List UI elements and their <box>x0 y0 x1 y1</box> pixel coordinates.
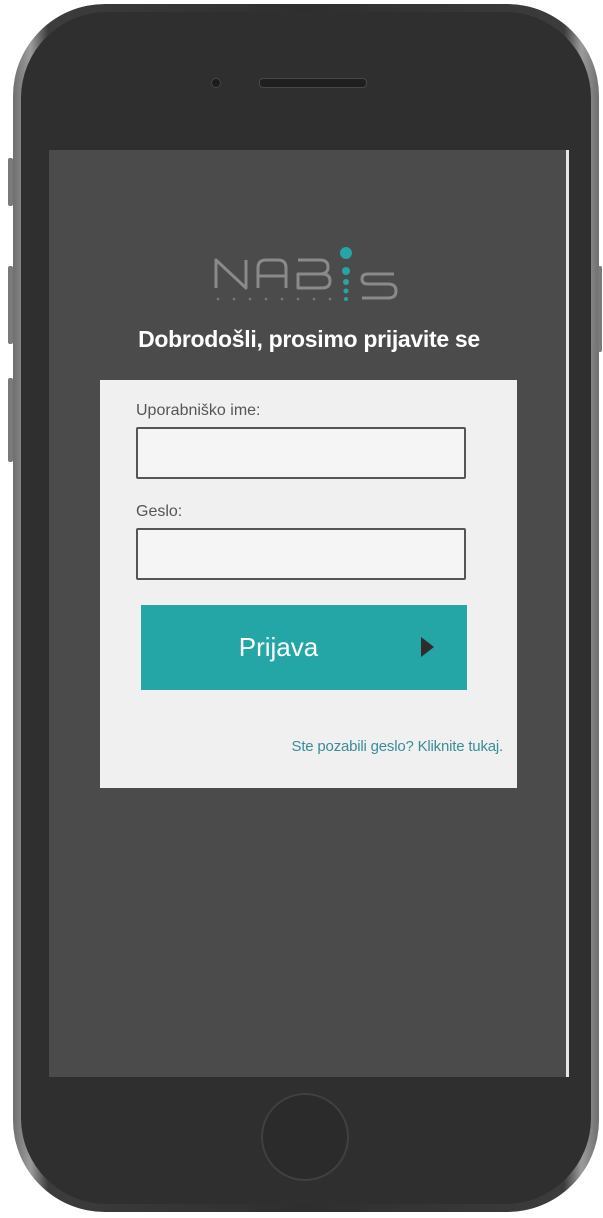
login-card: Uporabniško ime: Geslo: Ste pozabili ges… <box>100 380 517 788</box>
logo-letter-s <box>360 272 398 300</box>
welcome-heading: Dobrodošli, prosimo prijavite se <box>138 326 480 352</box>
volume-up-button <box>8 266 13 344</box>
logo-dot <box>340 247 352 259</box>
password-label: Geslo: <box>136 503 183 520</box>
arrow-right-icon <box>421 637 434 657</box>
nabis-logo <box>214 247 398 301</box>
logo-dotted-line <box>216 297 332 301</box>
home-button[interactable] <box>261 1093 349 1181</box>
logo-dot <box>344 297 348 301</box>
logo-letter-a <box>256 258 288 288</box>
power-button <box>598 266 602 352</box>
logo-dot <box>342 267 350 275</box>
login-button-label: Prijava <box>238 632 319 662</box>
front-camera <box>211 78 221 88</box>
volume-down-button <box>8 378 13 462</box>
phone-screen: Dobrodošli, prosimo prijavite se Uporabn… <box>49 150 569 1077</box>
logo-letter-b <box>296 258 332 290</box>
logo-letter-n <box>214 258 248 290</box>
login-button[interactable]: Prijava <box>141 605 467 690</box>
silent-switch <box>8 158 13 206</box>
password-input[interactable] <box>136 528 466 580</box>
forgot-password-link[interactable]: Ste pozabili geslo? Kliknite tukaj. <box>292 738 504 755</box>
logo-accent-dots <box>340 247 352 301</box>
username-input[interactable] <box>136 427 466 479</box>
earpiece-speaker <box>259 78 367 88</box>
username-label: Uporabniško ime: <box>136 402 261 419</box>
logo-dot <box>343 279 349 285</box>
logo-dot <box>343 288 349 294</box>
screen-edge-highlight <box>566 150 569 1077</box>
